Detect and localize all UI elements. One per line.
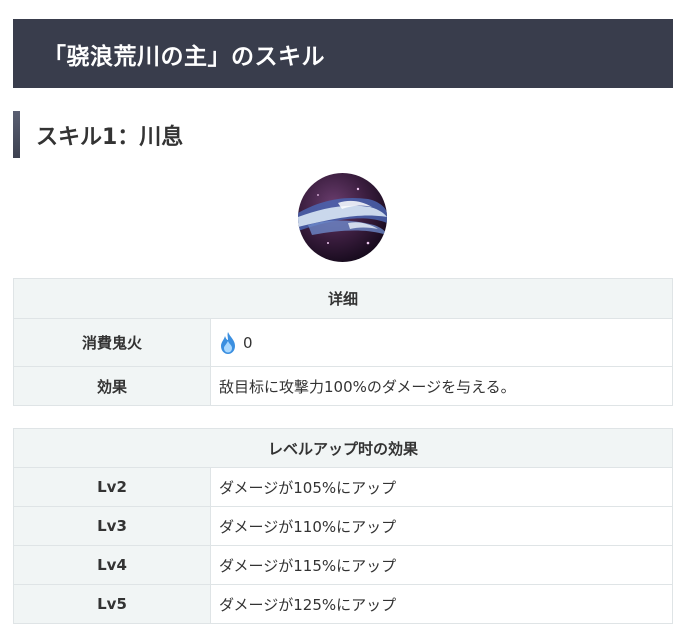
table-row: Lv3 ダメージが110%にアップ (13, 506, 673, 546)
level-label: Lv2 (13, 467, 211, 507)
level-effect: ダメージが110%にアップ (210, 506, 673, 546)
table-row: Lv5 ダメージが125%にアップ (13, 584, 673, 624)
level-table-caption: レベルアップ时の効果 (13, 428, 673, 468)
skill-heading: スキル1：川息 (36, 124, 184, 150)
table-row: 消費鬼火 0 (13, 318, 673, 367)
level-label: Lv4 (13, 545, 211, 585)
onibi-flame-icon (221, 331, 235, 354)
level-label: Lv3 (13, 506, 211, 546)
skill-page: 「骁浪荒川の主」のスキル スキル1：川息 详细 消費鬼火 0 効果 敌目标に攻撃… (0, 0, 688, 641)
cost-value: 0 (243, 333, 253, 352)
level-up-table: レベルアップ时の効果 Lv2 ダメージが105%にアップ Lv3 ダメージが11… (13, 428, 673, 624)
page-title: 「骁浪荒川の主」のスキル (43, 43, 325, 70)
cost-value-cell: 0 (210, 318, 673, 367)
level-label: Lv5 (13, 584, 211, 624)
heading-accent-bar (13, 111, 20, 158)
title-banner: 「骁浪荒川の主」のスキル (13, 19, 673, 88)
table-row: Lv4 ダメージが115%にアップ (13, 545, 673, 585)
skill-section-heading: スキル1：川息 (13, 111, 673, 158)
level-effect: ダメージが115%にアップ (210, 545, 673, 585)
table-row: Lv2 ダメージが105%にアップ (13, 467, 673, 507)
table-row: 効果 敌目标に攻撃力100%のダメージを与える。 (13, 366, 673, 406)
skill-image-icon (298, 173, 387, 262)
level-effect: ダメージが105%にアップ (210, 467, 673, 507)
cost-label: 消費鬼火 (13, 318, 211, 367)
level-effect: ダメージが125%にアップ (210, 584, 673, 624)
detail-table-caption: 详细 (13, 278, 673, 319)
effect-value: 敌目标に攻撃力100%のダメージを与える。 (210, 366, 673, 406)
effect-label: 効果 (13, 366, 211, 406)
detail-table: 详细 消費鬼火 0 効果 敌目标に攻撃力100%のダメージを与える。 (13, 278, 673, 406)
